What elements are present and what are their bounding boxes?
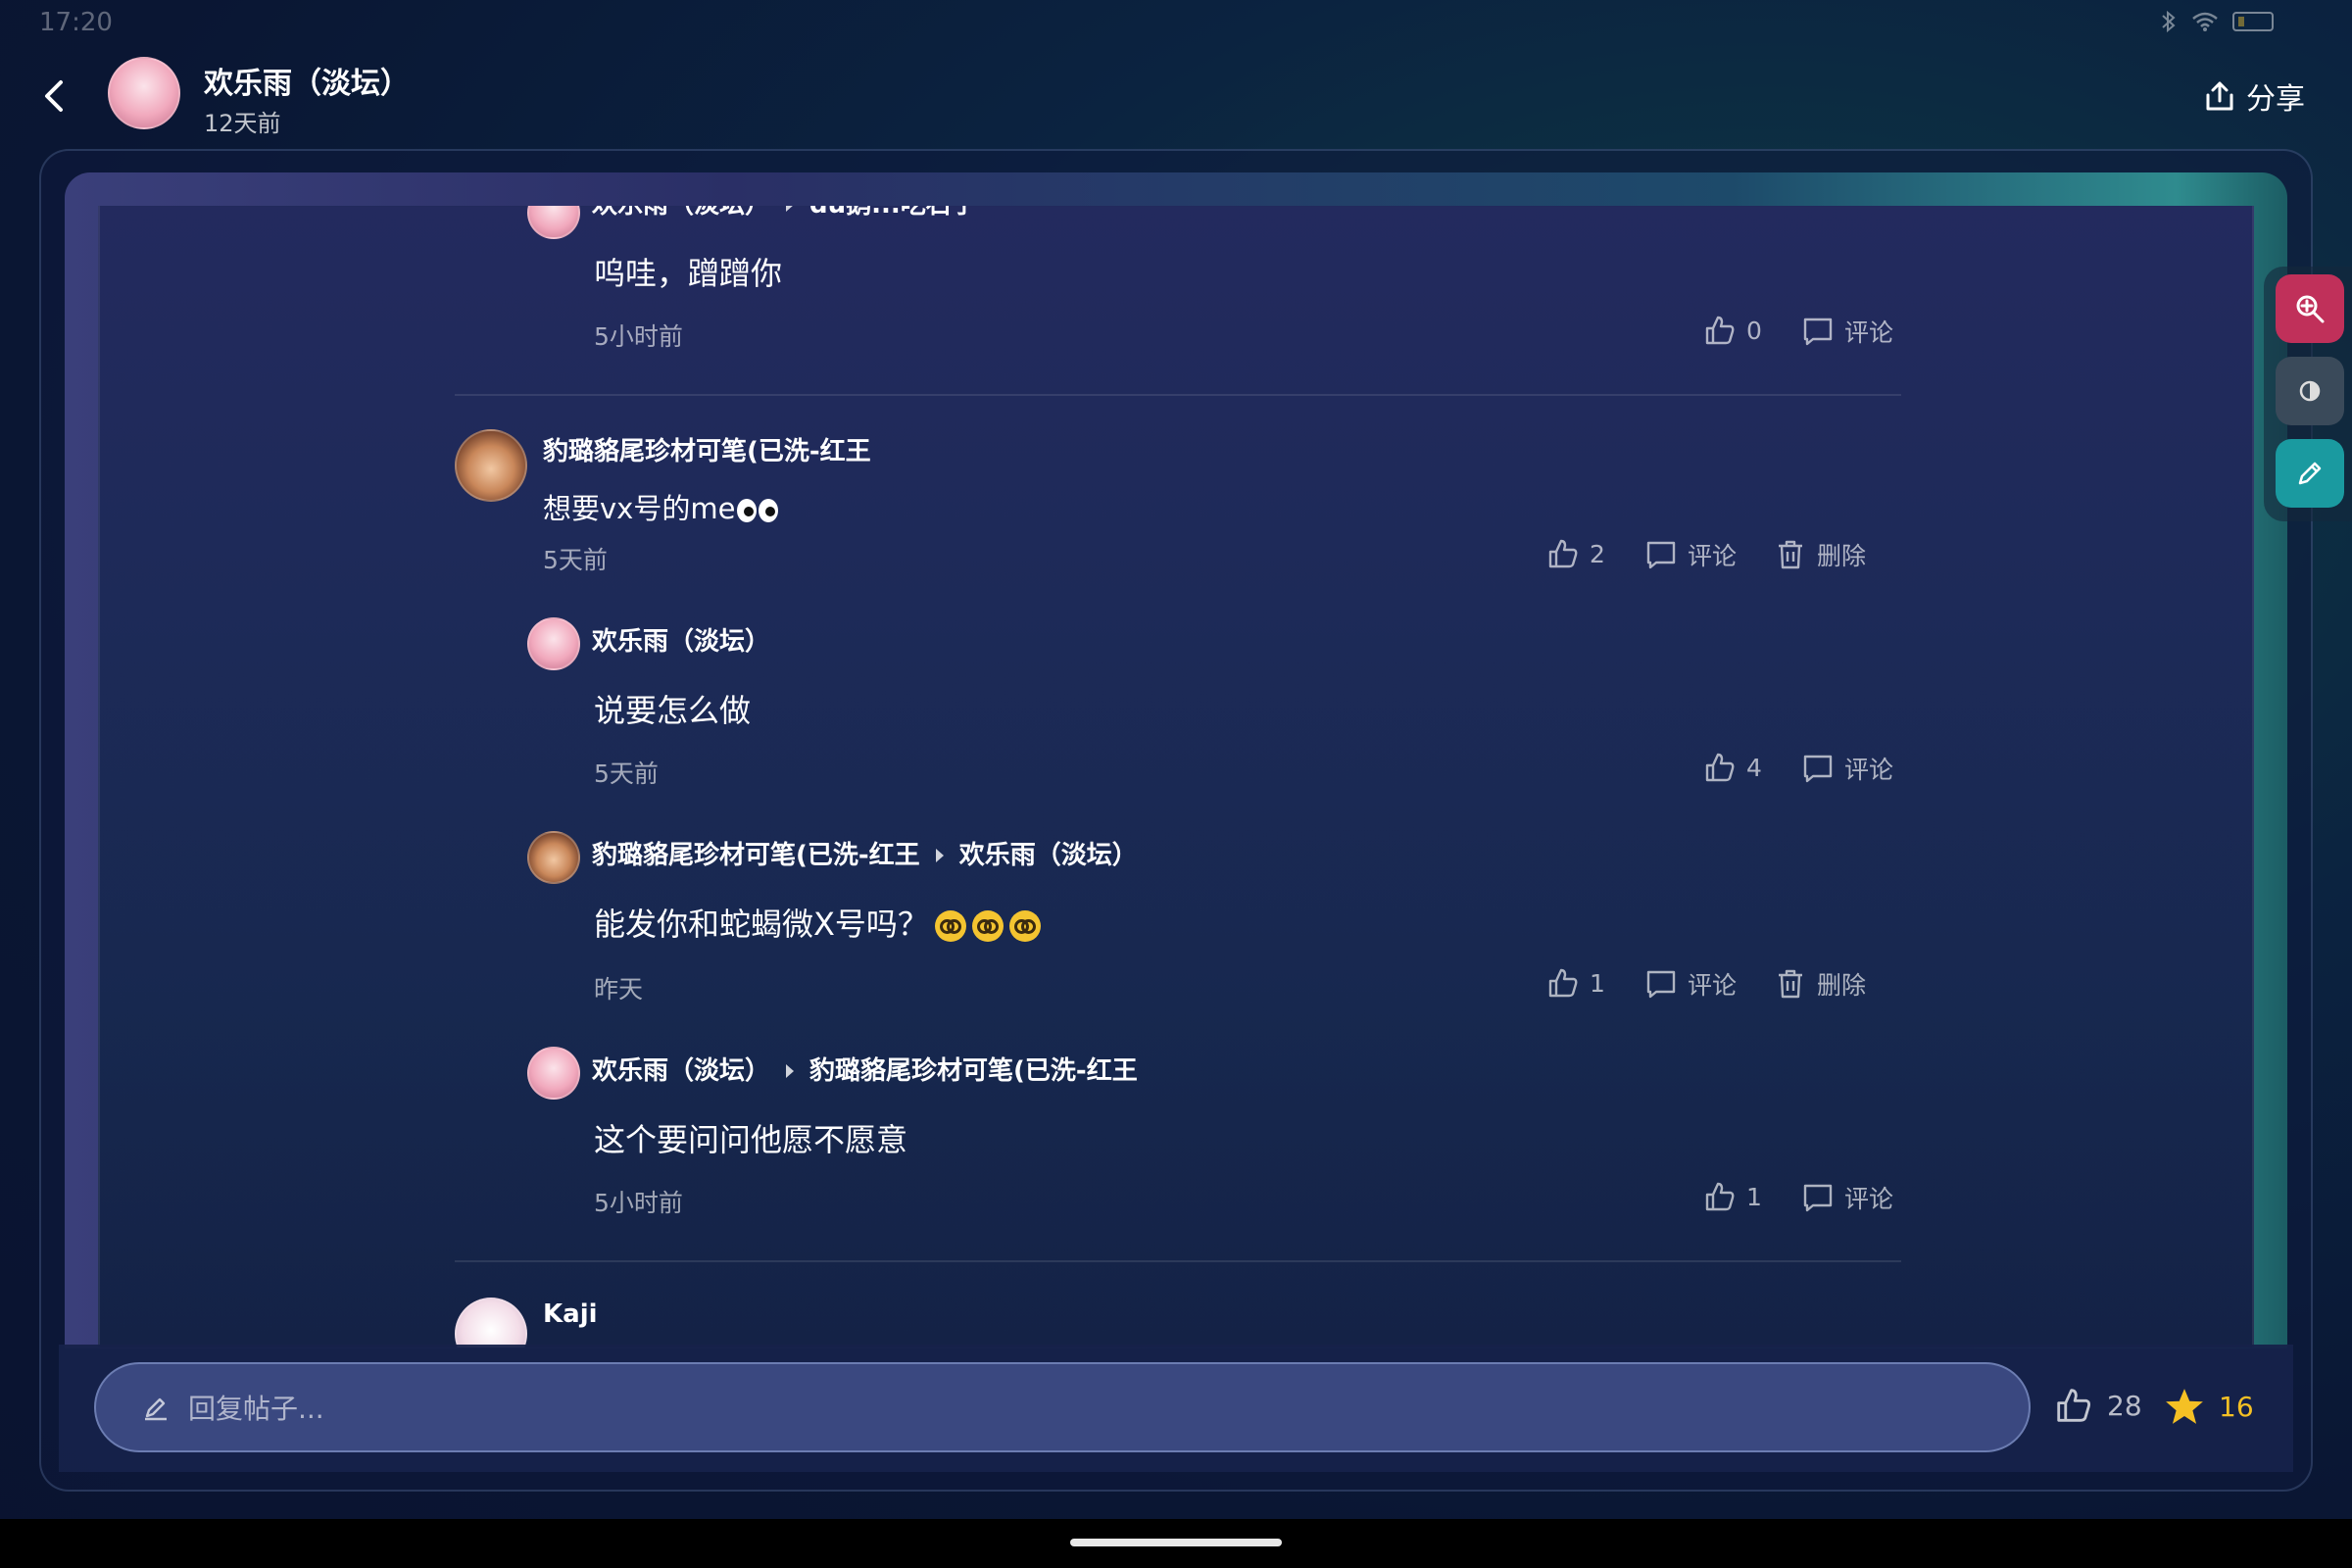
comment-avatar[interactable] <box>527 1047 580 1100</box>
status-bar: 17:20 <box>0 0 2352 49</box>
comment-text: 想要vx号的me <box>543 486 779 527</box>
trash-icon <box>1779 969 1802 999</box>
post-time: 12天前 <box>204 110 281 137</box>
comment-text: 说要怎么做 <box>594 692 752 729</box>
thumbs-up-icon <box>1548 539 1578 568</box>
home-indicator[interactable] <box>1070 1539 1282 1546</box>
battery-icon <box>2232 12 2274 31</box>
author-avatar[interactable] <box>108 57 180 129</box>
comment-button[interactable]: 评论 <box>1801 314 1893 349</box>
bluetooth-icon <box>2162 10 2176 33</box>
comment-bubble-icon <box>1646 541 1676 569</box>
post-favorite-button[interactable]: 16 <box>2164 1386 2254 1427</box>
status-icons <box>2160 10 2274 33</box>
comment-bubble-icon <box>1803 1184 1833 1212</box>
comment-bubble-icon <box>1803 755 1833 783</box>
status-time: 17:20 <box>39 8 113 37</box>
comment-avatar[interactable] <box>455 1298 527 1348</box>
comment-avatar[interactable] <box>527 617 580 670</box>
delete-button[interactable]: 删除 <box>1774 966 1866 1002</box>
thumbs-up-icon <box>1705 753 1735 782</box>
star-icon <box>2166 1389 2203 1424</box>
comment-author[interactable]: Kaji <box>543 1299 598 1329</box>
comment-list[interactable]: 欢乐雨（淡坛）du鹅...吃石子 呜哇，蹭蹭你 5小时前 0 评论 豹璐貉尾珍材… <box>98 206 2254 1348</box>
delete-button[interactable]: 删除 <box>1774 537 1866 572</box>
share-button[interactable]: 分享 <box>2203 74 2305 118</box>
post-favorite-count: 16 <box>2219 1390 2254 1423</box>
reply-placeholder: 回复帖子... <box>188 1393 324 1425</box>
comment-time: 5小时前 <box>594 1189 683 1217</box>
comment-bubble-icon <box>1803 318 1833 346</box>
comment-author[interactable]: 欢乐雨（淡坛）du鹅...吃石子 <box>592 206 977 220</box>
thumbs-up-icon <box>1548 968 1578 998</box>
like-button[interactable]: 1 <box>1546 966 1605 1000</box>
share-label: 分享 <box>2246 82 2305 117</box>
like-button[interactable]: 2 <box>1546 537 1605 570</box>
comment-text: 呜哇，蹭蹭你 <box>594 255 783 292</box>
reply-input[interactable]: 回复帖子... <box>94 1362 2031 1452</box>
contrast-button[interactable] <box>2276 357 2344 425</box>
comment-text: 这个要问问他愿不愿意 <box>594 1121 908 1158</box>
comment-bubble-icon <box>1646 970 1676 999</box>
reply-arrow-icon <box>786 206 795 212</box>
post-header: 欢乐雨（淡坛） 12天前 分享 <box>0 49 2352 147</box>
side-toolbar <box>2264 267 2352 521</box>
like-button[interactable]: 4 <box>1703 751 1762 784</box>
comment-time: 5小时前 <box>594 322 683 351</box>
reply-arrow-icon <box>786 1063 795 1078</box>
thumbs-up-icon <box>1705 1182 1735 1211</box>
eyes-emoji-icon <box>737 499 758 522</box>
thumbs-up-icon <box>2057 1389 2090 1422</box>
comment-time: 5天前 <box>594 760 659 788</box>
system-nav-bar <box>0 1519 2352 1568</box>
comment-avatar[interactable] <box>527 206 580 239</box>
nerd-emoji-icon <box>1008 910 1041 942</box>
comment-author[interactable]: 豹璐貉尾珍材可笔(已洗-红王 <box>543 431 871 467</box>
back-button[interactable] <box>35 76 74 116</box>
comment-author[interactable]: 欢乐雨（淡坛） <box>592 621 770 658</box>
zoom-in-icon <box>2296 295 2325 323</box>
post-like-button[interactable]: 28 <box>2054 1386 2142 1425</box>
pencil-icon <box>145 1397 167 1421</box>
comment-avatar[interactable] <box>527 831 580 884</box>
comment-time: 昨天 <box>594 975 644 1004</box>
comment-time: 5天前 <box>543 546 608 574</box>
bottom-bar: 回复帖子... 28 16 <box>59 1345 2293 1472</box>
share-icon <box>2206 81 2233 111</box>
author-name[interactable]: 欢乐雨（淡坛） <box>204 59 410 102</box>
comment-button[interactable]: 评论 <box>1801 751 1893 786</box>
comment-author[interactable]: 豹璐貉尾珍材可笔(已洗-红王 欢乐雨（淡坛） <box>592 835 1138 871</box>
post-like-count: 28 <box>2107 1389 2142 1422</box>
comment-text: 能发你和蛇蝎微X号吗？ <box>594 900 1041 945</box>
comment-button[interactable]: 评论 <box>1644 966 1737 1002</box>
eyes-emoji-icon <box>759 499 779 522</box>
pen-icon <box>2298 462 2322 485</box>
reply-arrow-icon <box>935 848 944 862</box>
comment-button[interactable]: 评论 <box>1801 1180 1893 1215</box>
comment-button[interactable]: 评论 <box>1644 537 1737 572</box>
like-button[interactable]: 0 <box>1703 314 1762 347</box>
comment-avatar[interactable] <box>455 429 527 502</box>
comment-divider <box>455 1260 1901 1262</box>
zoom-button[interactable] <box>2276 274 2344 343</box>
nerd-emoji-icon <box>934 910 966 942</box>
contrast-icon <box>2299 380 2321 402</box>
comment-divider <box>455 394 1901 396</box>
wifi-icon <box>2192 12 2218 31</box>
thumbs-up-icon <box>1705 316 1735 345</box>
trash-icon <box>1779 540 1802 569</box>
nerd-emoji-icon <box>971 910 1004 942</box>
pen-button[interactable] <box>2276 439 2344 508</box>
comment-author[interactable]: 欢乐雨（淡坛） 豹璐貉尾珍材可笔(已洗-红王 <box>592 1051 1138 1087</box>
like-button[interactable]: 1 <box>1703 1180 1762 1213</box>
